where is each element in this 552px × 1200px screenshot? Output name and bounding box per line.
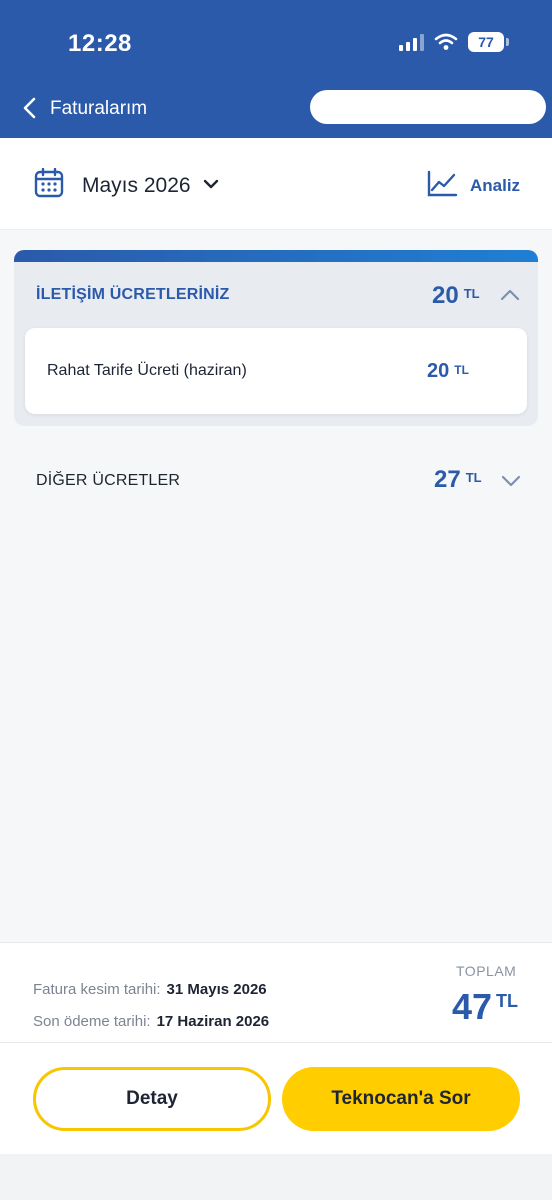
status-icons: 77: [399, 32, 509, 52]
battery-icon: 77: [468, 32, 509, 52]
analysis-button[interactable]: Analiz: [470, 176, 520, 196]
section-amount: 20 TL: [432, 282, 480, 309]
chevron-down-icon[interactable]: [202, 176, 220, 192]
cut-date-value: 31 Mayıs 2026: [166, 981, 267, 998]
detail-button[interactable]: Detay: [33, 1067, 271, 1131]
cut-date-row: Fatura kesim tarihi: 31 Mayıs 2026: [33, 981, 267, 998]
section-amount: 27 TL: [434, 466, 482, 493]
charge-item-amount: 20 TL: [427, 360, 469, 382]
home-indicator-area: [0, 1154, 552, 1200]
due-date-row: Son ödeme tarihi: 17 Haziran 2026: [33, 1013, 269, 1030]
month-dropdown[interactable]: Mayıs 2026: [82, 174, 191, 198]
section-title: İLETİŞİM ÜCRETLERİNİZ: [36, 286, 230, 303]
bill-dates: Fatura kesim tarihi: 31 Mayıs 2026 Son öd…: [0, 943, 552, 1043]
month-selector-bar: Mayıs 2026 Analiz: [0, 138, 552, 230]
ask-teknocan-button[interactable]: Teknocan'a Sor: [282, 1067, 520, 1131]
line-chart-icon[interactable]: [426, 170, 458, 198]
section-title: DİĞER ÜCRETLER: [36, 472, 181, 489]
calendar-icon[interactable]: [34, 168, 64, 198]
total-label: TOPLAM: [456, 963, 517, 979]
back-chevron-icon[interactable]: [20, 96, 42, 120]
bill-summary-footer: Fatura kesim tarihi: 31 Mayıs 2026 Son öd…: [0, 942, 552, 1154]
total-amount: 47 TL: [452, 986, 519, 1027]
charge-item-card: Rahat Tarife Ücreti (haziran) 20 TL: [25, 328, 527, 414]
charge-item-label: Rahat Tarife Ücreti (haziran): [47, 362, 247, 379]
section-accent-bar: [14, 250, 538, 262]
communication-charges-section[interactable]: İLETİŞİM ÜCRETLERİNİZ 20 TL Rahat Tarife …: [14, 250, 538, 426]
page-title[interactable]: Faturalarım: [50, 98, 147, 120]
cut-date-label: Fatura kesim tarihi:: [33, 981, 161, 998]
chevron-up-icon[interactable]: [499, 288, 521, 302]
cellular-signal-icon: [399, 33, 424, 51]
app-header: 12:28 77 Faturalarım: [0, 0, 552, 138]
due-date-label: Son ödeme tarihi:: [33, 1013, 151, 1030]
redacted-account-name: [310, 90, 546, 124]
wifi-icon: [434, 33, 458, 50]
due-date-value: 17 Haziran 2026: [156, 1013, 270, 1030]
status-time: 12:28: [68, 30, 132, 57]
nav-bar: Faturalarım: [0, 88, 552, 128]
chevron-down-icon[interactable]: [500, 474, 522, 488]
other-charges-section[interactable]: DİĞER ÜCRETLER 27 TL: [14, 446, 538, 516]
